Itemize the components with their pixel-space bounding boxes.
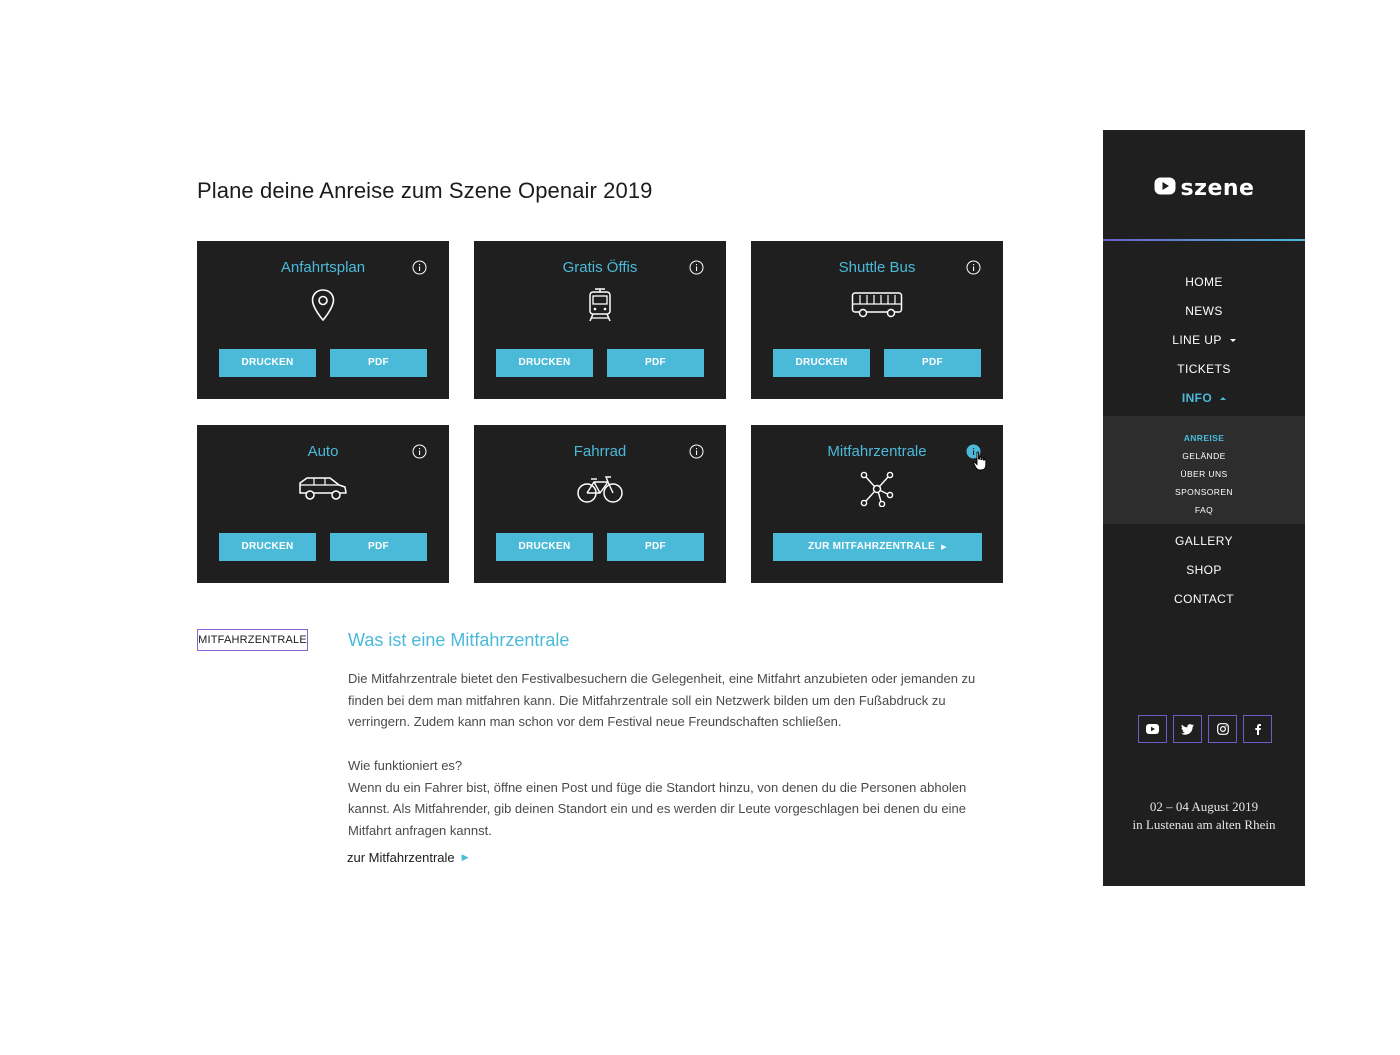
info-icon[interactable] (689, 444, 704, 459)
nav-label: INFO (1181, 391, 1213, 405)
mitfahrzentrale-link[interactable]: zur Mitfahrzentrale ▶ (347, 850, 469, 865)
card-shuttle-bus: Shuttle Bus DRUCKEN PDF (751, 241, 1003, 399)
sidebar: szene HOME NEWS LINE UP TICKETS INFO ANR… (1103, 130, 1305, 886)
print-button[interactable]: DRUCKEN (496, 533, 593, 561)
print-button[interactable]: DRUCKEN (219, 349, 316, 377)
pdf-button[interactable]: PDF (884, 349, 981, 377)
car-icon (298, 469, 348, 509)
facebook-icon[interactable] (1243, 715, 1272, 743)
card-auto: Auto DRUCKEN PDF (197, 425, 449, 583)
hand-cursor-icon (973, 451, 987, 471)
card-gratis-oeffis: Gratis Öffis DRUCKEN PDF (474, 241, 726, 399)
caret-down-icon (1229, 339, 1236, 343)
print-button[interactable]: DRUCKEN (773, 349, 870, 377)
bicycle-icon (576, 469, 624, 509)
twitter-icon[interactable] (1173, 715, 1202, 743)
nav-item-tickets[interactable]: TICKETS (1103, 355, 1305, 384)
nav-item-home[interactable]: HOME (1103, 268, 1305, 297)
chevron-right-icon: ▶ (461, 852, 469, 862)
pdf-button[interactable]: PDF (330, 533, 427, 561)
nav-label: LINE UP (1172, 333, 1222, 347)
social-links (1138, 715, 1272, 743)
button-label: ZUR MITFAHRZENTRALE (808, 541, 935, 552)
print-button[interactable]: DRUCKEN (219, 533, 316, 561)
chevron-right-icon: ▶ (941, 544, 947, 551)
network-icon (860, 469, 894, 509)
link-label: zur Mitfahrzentrale (347, 850, 455, 865)
mitfahrzentrale-button[interactable]: ZUR MITFAHRZENTRALE ▶ (773, 533, 982, 561)
instagram-icon[interactable] (1208, 715, 1237, 743)
section-heading: Was ist eine Mitfahrzentrale (348, 630, 570, 650)
section-tag: MITFAHRZENTRALE (197, 629, 308, 651)
card-fahrrad: Fahrrad DRUCKEN PDF (474, 425, 726, 583)
info-icon[interactable] (412, 444, 427, 459)
info-subnav: ANREISE GELÄNDE ÜBER UNS SPONSOREN FAQ (1103, 416, 1305, 524)
secondary-nav: GALLERY SHOP CONTACT (1103, 527, 1305, 614)
nav-item-shop[interactable]: SHOP (1103, 556, 1305, 585)
section-body: Die Mitfahrzentrale bietet den Festivalb… (348, 668, 1008, 842)
paragraph: Die Mitfahrzentrale bietet den Festivalb… (348, 671, 976, 730)
subnav-item-sponsoren[interactable]: SPONSOREN (1103, 483, 1305, 501)
nav-item-info[interactable]: INFO (1103, 384, 1305, 413)
play-logo-icon (1154, 177, 1176, 200)
card-mitfahrzentrale: Mitfahrzentrale ZUR MITFAHRZENTRALE ▶ (751, 425, 1003, 583)
subnav-item-ueber-uns[interactable]: ÜBER UNS (1103, 465, 1305, 483)
card-anfahrtsplan: Anfahrtsplan DRUCKEN PDF (197, 241, 449, 399)
nav-item-gallery[interactable]: GALLERY (1103, 527, 1305, 556)
logo[interactable]: szene (1103, 176, 1305, 201)
youtube-icon[interactable] (1138, 715, 1167, 743)
pdf-button[interactable]: PDF (607, 533, 704, 561)
subnav-item-gelaende[interactable]: GELÄNDE (1103, 447, 1305, 465)
subnav-item-anreise[interactable]: ANREISE (1103, 429, 1305, 447)
question: Wie funktioniert es? (348, 757, 463, 773)
divider (1103, 239, 1305, 241)
pdf-button[interactable]: PDF (330, 349, 427, 377)
tram-icon (587, 285, 613, 325)
pdf-button[interactable]: PDF (607, 349, 704, 377)
info-icon[interactable] (412, 260, 427, 275)
nav-item-contact[interactable]: CONTACT (1103, 585, 1305, 614)
info-icon[interactable] (689, 260, 704, 275)
festival-date: 02 – 04 August 2019 (1149, 799, 1259, 814)
festival-location: in Lustenau am alten Rhein (1132, 817, 1276, 832)
info-icon[interactable] (966, 260, 981, 275)
map-pin-icon (310, 285, 336, 325)
logo-text: szene (1180, 176, 1255, 201)
caret-up-icon (1220, 397, 1227, 401)
print-button[interactable]: DRUCKEN (496, 349, 593, 377)
main-nav: HOME NEWS LINE UP TICKETS INFO (1103, 268, 1305, 413)
bus-icon (851, 285, 903, 325)
paragraph: Wenn du ein Fahrer bist, öffne einen Pos… (348, 779, 967, 838)
nav-item-lineup[interactable]: LINE UP (1103, 326, 1305, 355)
page-title: Plane deine Anreise zum Szene Openair 20… (197, 178, 653, 203)
nav-item-news[interactable]: NEWS (1103, 297, 1305, 326)
subnav-item-faq[interactable]: FAQ (1103, 501, 1305, 519)
